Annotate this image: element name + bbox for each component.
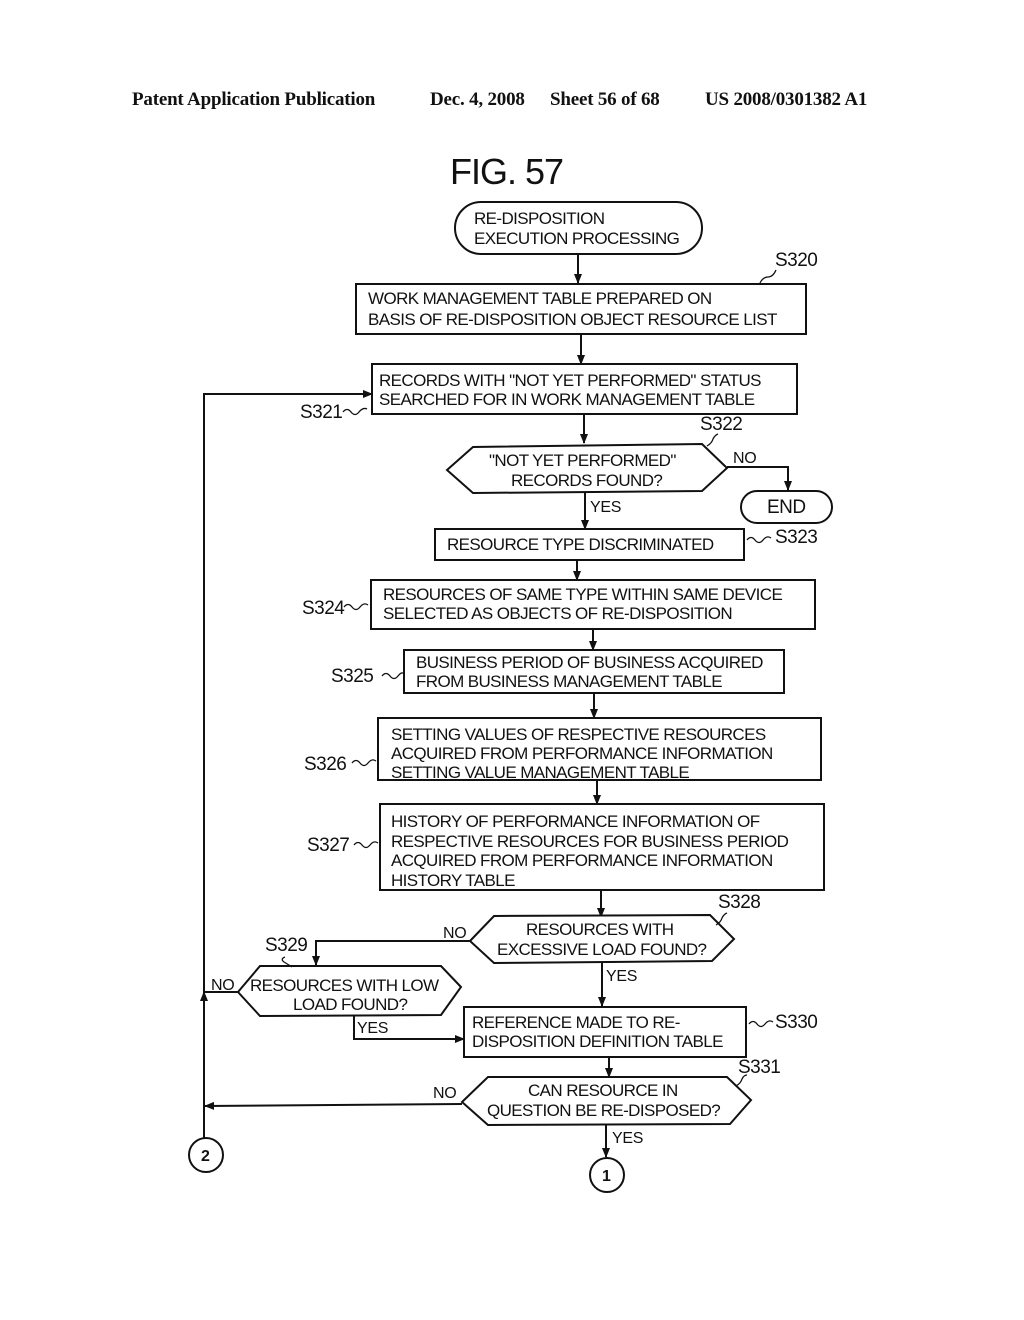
s322-line-2: RECORDS FOUND?: [511, 471, 662, 490]
s325-leader: [381, 672, 405, 680]
end-terminal: END: [740, 490, 833, 524]
s324-label: S324: [302, 598, 345, 619]
s321-label: S321: [300, 402, 342, 423]
s330-line-1: REFERENCE MADE TO RE-: [472, 1013, 680, 1032]
s328-label: S328: [718, 892, 760, 913]
s328-line-1: RESOURCES WITH: [526, 920, 673, 939]
s327-line-4: HISTORY TABLE: [391, 871, 515, 890]
s322-leader: [706, 433, 719, 447]
s320-line-1: WORK MANAGEMENT TABLE PREPARED ON: [368, 289, 712, 308]
s330-leader: [748, 1020, 774, 1028]
arrow-s322-no-to-end: [727, 466, 792, 491]
s325-label: S325: [331, 666, 373, 687]
s324-line-2: SELECTED AS OBJECTS OF RE-DISPOSITION: [383, 604, 732, 623]
s327-line-3: ACQUIRED FROM PERFORMANCE INFORMATION: [391, 851, 773, 870]
s322-yes-label: YES: [590, 499, 621, 516]
arrow-s331-no-to-loop: [204, 1101, 463, 1110]
s331-line-1: CAN RESOURCE IN: [528, 1081, 678, 1100]
s322-no-label: NO: [733, 450, 756, 467]
s327-label: S327: [307, 835, 349, 856]
start-terminal: RE-DISPOSITION EXECUTION PROCESSING: [454, 201, 703, 255]
s327-leader: [353, 841, 379, 849]
s329-label: S329: [265, 935, 307, 956]
s328-leader: [715, 912, 728, 926]
step-s325: BUSINESS PERIOD OF BUSINESS ACQUIRED FRO…: [331, 649, 785, 694]
decision-s329: RESOURCES WITH LOW LOAD FOUND? S329 NO Y…: [211, 935, 463, 1037]
s327-line-2: RESPECTIVE RESOURCES FOR BUSINESS PERIOD: [391, 832, 789, 851]
s331-yes-label: YES: [612, 1130, 643, 1147]
s329-yes-label: YES: [357, 1020, 388, 1037]
s326-label: S326: [304, 754, 346, 775]
s330-line-2: DISPOSITION DEFINITION TABLE: [472, 1032, 723, 1051]
start-line-2: EXECUTION PROCESSING: [474, 229, 679, 248]
s321-line-2: SEARCHED FOR IN WORK MANAGEMENT TABLE: [379, 390, 755, 409]
s328-yes-label: YES: [606, 968, 637, 985]
connector-2: 2: [188, 1137, 224, 1173]
s325-line-2: FROM BUSINESS MANAGEMENT TABLE: [416, 672, 722, 691]
arrow-s328-no-to-s329: [312, 940, 470, 966]
s326-line-2: ACQUIRED FROM PERFORMANCE INFORMATION: [391, 744, 773, 763]
s322-line-1: "NOT YET PERFORMED": [489, 451, 676, 470]
s320-label: S320: [775, 250, 817, 271]
step-s330: REFERENCE MADE TO RE- DISPOSITION DEFINI…: [463, 1006, 818, 1058]
s326-line-3: SETTING VALUE MANAGEMENT TABLE: [391, 763, 689, 782]
connector-1: 1: [589, 1157, 625, 1193]
step-s324: RESOURCES OF SAME TYPE WITHIN SAME DEVIC…: [302, 579, 816, 630]
step-s323: RESOURCE TYPE DISCRIMINATED S323: [434, 527, 818, 561]
s323-leader: [746, 536, 772, 544]
s322-label: S322: [700, 414, 742, 435]
s321-line-1: RECORDS WITH "NOT YET PERFORMED" STATUS: [379, 371, 761, 390]
s320-leader: [759, 269, 777, 284]
s331-label: S331: [738, 1057, 780, 1078]
s331-line-2: QUESTION BE RE-DISPOSED?: [487, 1101, 720, 1120]
s329-line-1: RESOURCES WITH LOW: [250, 976, 439, 995]
flowchart: FIG. 57 RE-DISPOSITION EXECUTION PROCESS…: [188, 151, 833, 1193]
end-label: END: [767, 497, 806, 518]
s320-line-2: BASIS OF RE-DISPOSITION OBJECT RESOURCE …: [368, 310, 777, 329]
s325-line-1: BUSINESS PERIOD OF BUSINESS ACQUIRED: [416, 653, 763, 672]
s331-no-label: NO: [433, 1085, 456, 1102]
s324-line-1: RESOURCES OF SAME TYPE WITHIN SAME DEVIC…: [383, 585, 782, 604]
s323-line-1: RESOURCE TYPE DISCRIMINATED: [447, 535, 714, 554]
s327-line-1: HISTORY OF PERFORMANCE INFORMATION OF: [391, 812, 760, 831]
s323-label: S323: [775, 527, 817, 548]
connector-2-label: 2: [201, 1148, 210, 1165]
s328-no-label: NO: [443, 925, 466, 942]
s326-leader: [351, 759, 377, 767]
decision-s322: "NOT YET PERFORMED" RECORDS FOUND? S322 …: [445, 414, 757, 516]
s324-leader: [343, 603, 369, 611]
s329-line-2: LOAD FOUND?: [293, 995, 407, 1014]
connector-1-label: 1: [602, 1168, 611, 1185]
start-line-1: RE-DISPOSITION: [474, 209, 604, 228]
s330-label: S330: [775, 1012, 817, 1033]
step-s326: SETTING VALUES OF RESPECTIVE RESOURCES A…: [304, 717, 822, 782]
s328-line-2: EXCESSIVE LOAD FOUND?: [497, 940, 707, 959]
loop-back-to-s321: [203, 390, 373, 1139]
step-s327: HISTORY OF PERFORMANCE INFORMATION OF RE…: [307, 803, 825, 891]
s321-leader: [342, 407, 368, 416]
figure-title: FIG. 57: [450, 151, 563, 192]
s326-line-1: SETTING VALUES OF RESPECTIVE RESOURCES: [391, 725, 766, 744]
step-s320: WORK MANAGEMENT TABLE PREPARED ON BASIS …: [355, 250, 818, 335]
